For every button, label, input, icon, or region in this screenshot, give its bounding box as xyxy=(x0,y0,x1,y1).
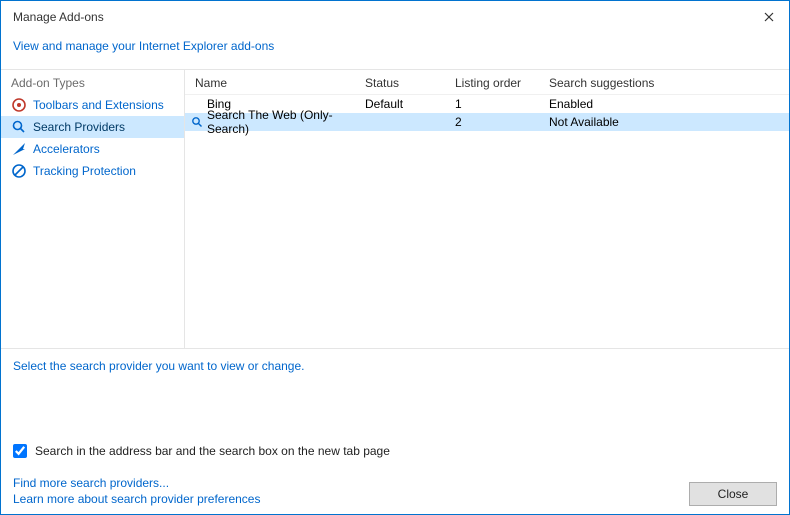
column-header-search-suggestions[interactable]: Search suggestions xyxy=(539,76,789,90)
address-bar-search-label: Search in the address bar and the search… xyxy=(35,444,390,458)
sidebar-item-toolbars-extensions[interactable]: Toolbars and Extensions xyxy=(1,94,184,116)
column-header-listing-order[interactable]: Listing order xyxy=(445,76,539,90)
window-title: Manage Add-ons xyxy=(13,10,104,24)
close-button-label: Close xyxy=(718,487,749,501)
window-close-button[interactable] xyxy=(759,7,779,27)
subheader: View and manage your Internet Explorer a… xyxy=(1,31,789,69)
provider-order: 1 xyxy=(445,97,539,111)
hint-text: Select the search provider you want to v… xyxy=(1,349,789,377)
sidebar-item-search-providers[interactable]: Search Providers xyxy=(1,116,184,138)
provider-name: Search The Web (Only-Search) xyxy=(207,108,355,136)
sidebar-header: Add-on Types xyxy=(1,70,184,94)
close-button[interactable]: Close xyxy=(689,482,777,506)
search-icon xyxy=(11,119,27,135)
column-headers: Name Status Listing order Search suggest… xyxy=(185,70,789,95)
provider-suggestions: Not Available xyxy=(539,115,789,129)
tracking-protection-icon xyxy=(11,163,27,179)
table-row[interactable]: Search The Web (Only-Search) 2 Not Avail… xyxy=(185,113,789,131)
learn-more-link[interactable]: Learn more about search provider prefere… xyxy=(13,492,260,506)
providers-table: Name Status Listing order Search suggest… xyxy=(185,70,789,348)
address-bar-checkbox-row: Search in the address bar and the search… xyxy=(13,438,777,476)
column-header-status[interactable]: Status xyxy=(355,76,445,90)
sidebar-item-label: Accelerators xyxy=(33,142,100,156)
sidebar-item-label: Search Providers xyxy=(33,120,125,134)
sidebar-item-tracking-protection[interactable]: Tracking Protection xyxy=(1,160,184,182)
view-manage-link[interactable]: View and manage your Internet Explorer a… xyxy=(13,39,274,53)
accelerators-icon xyxy=(11,141,27,157)
provider-suggestions: Enabled xyxy=(539,97,789,111)
provider-search-icon xyxy=(191,116,203,128)
titlebar: Manage Add-ons xyxy=(1,1,789,31)
find-more-providers-link[interactable]: Find more search providers... xyxy=(13,476,260,490)
main-content: Add-on Types Toolbars and Extensions Sea… xyxy=(1,69,789,349)
sidebar-item-label: Toolbars and Extensions xyxy=(33,98,164,112)
spacer xyxy=(1,377,789,438)
bottom-panel: Search in the address bar and the search… xyxy=(1,438,789,514)
sidebar-item-accelerators[interactable]: Accelerators xyxy=(1,138,184,160)
provider-order: 2 xyxy=(445,115,539,129)
toolbars-icon xyxy=(11,97,27,113)
sidebar: Add-on Types Toolbars and Extensions Sea… xyxy=(1,70,185,348)
close-icon xyxy=(764,12,774,22)
column-header-name[interactable]: Name xyxy=(185,76,355,90)
manage-addons-window: Manage Add-ons View and manage your Inte… xyxy=(0,0,790,515)
sidebar-item-label: Tracking Protection xyxy=(33,164,136,178)
provider-status: Default xyxy=(355,97,445,111)
address-bar-search-checkbox[interactable] xyxy=(13,444,27,458)
